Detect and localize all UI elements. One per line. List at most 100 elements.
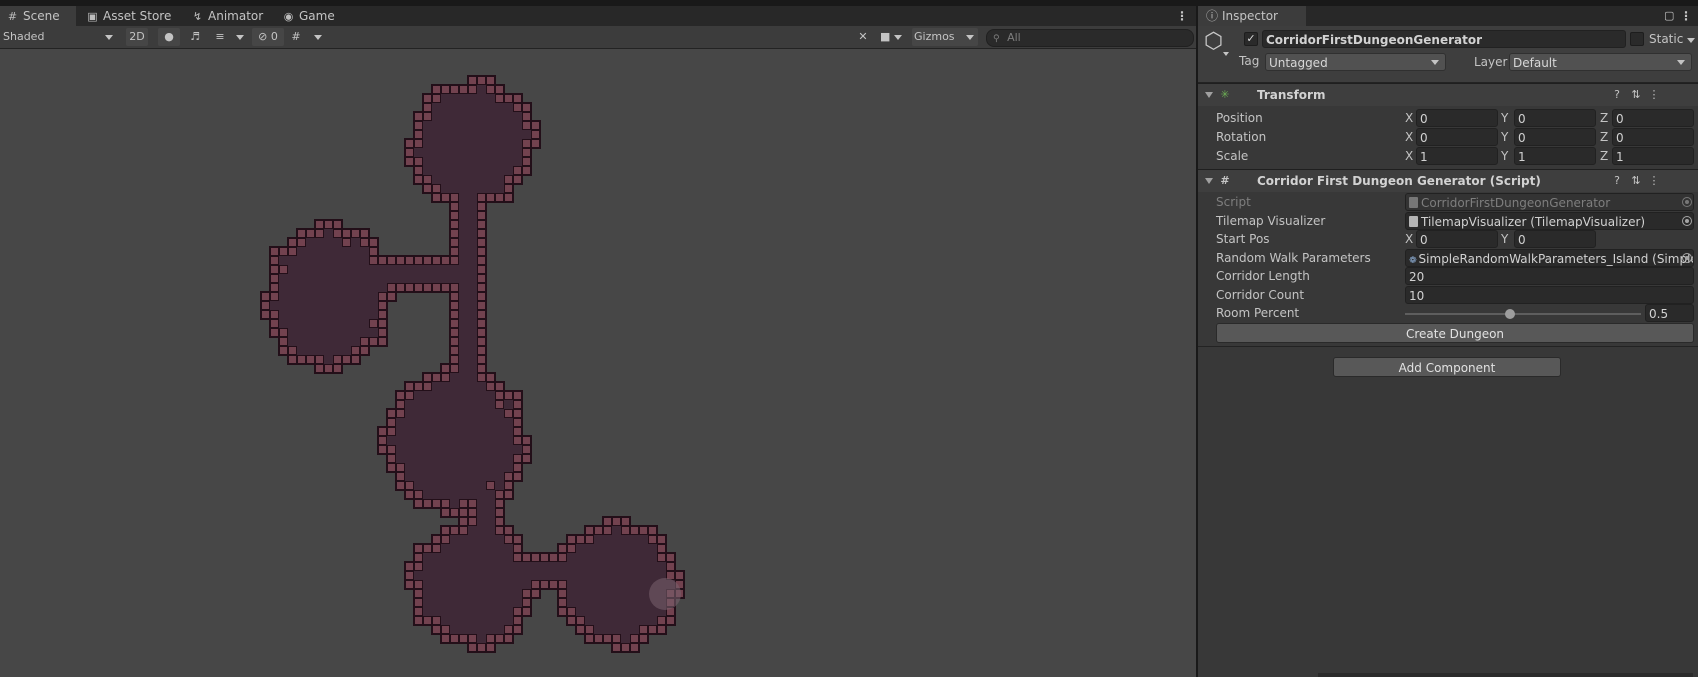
tab-scene[interactable]: # Scene — [0, 6, 76, 26]
object-name-field[interactable]: CorridorFirstDungeonGenerator — [1262, 30, 1626, 48]
dungeon-wall-tile — [604, 518, 611, 525]
wrench-icon: ✕ — [858, 30, 868, 43]
dungeon-floor-tile — [477, 103, 486, 112]
rotation-z-field[interactable]: 0 — [1612, 128, 1694, 146]
dungeon-floor-tile — [495, 463, 504, 472]
axis-z-label[interactable]: Z — [1600, 109, 1608, 127]
dungeon-wall-tile — [415, 563, 422, 570]
active-checkbox[interactable]: ✓ — [1244, 32, 1258, 46]
lighting-toggle-button[interactable]: ● — [158, 28, 180, 46]
rotation-x-field[interactable]: 0 — [1416, 128, 1498, 146]
tab-inspector[interactable]: ⓘ Inspector — [1198, 6, 1306, 26]
dungeon-floor-tile — [594, 607, 603, 616]
axis-y-label[interactable]: Y — [1501, 230, 1508, 248]
corridor-length-field[interactable]: 20 — [1405, 267, 1694, 285]
dungeon-wall-tile — [433, 95, 440, 102]
tilemap-visualizer-field[interactable]: TilemapVisualizer (TilemapVisualizer) — [1405, 212, 1694, 230]
inspector-scrollbar[interactable] — [1318, 673, 1693, 677]
axis-x-label[interactable]: X — [1405, 230, 1413, 248]
room-percent-slider[interactable] — [1405, 313, 1641, 315]
dungeon-wall-tile — [442, 365, 449, 372]
start-position-gizmo[interactable] — [649, 578, 681, 610]
scale-z-field[interactable]: 1 — [1612, 147, 1694, 165]
cube-icon[interactable]: ⬡ — [1204, 31, 1226, 53]
grid-snap-button[interactable]: # — [288, 28, 304, 46]
position-z-field[interactable]: 0 — [1612, 109, 1694, 127]
tab-animator[interactable]: ↯ Animator — [191, 6, 263, 26]
room-percent-slider-handle[interactable] — [1505, 309, 1515, 319]
dungeon-floor-tile — [306, 274, 315, 283]
dungeon-wall-tile — [298, 356, 305, 363]
lock-icon[interactable]: ▢ — [1664, 6, 1674, 26]
2d-toggle-button[interactable]: 2D — [126, 28, 148, 46]
add-component-button[interactable]: Add Component — [1333, 357, 1561, 377]
dungeon-floor-tile — [468, 427, 477, 436]
inspector-menu-icon[interactable]: ⋮ — [1680, 6, 1692, 26]
shading-mode-dropdown[interactable]: Shaded — [3, 28, 115, 46]
tab-game[interactable]: ◉ Game — [282, 6, 335, 26]
axis-y-label[interactable]: Y — [1501, 147, 1508, 165]
camera-icon: ■ — [880, 30, 891, 43]
room-percent-field[interactable]: 0.5 — [1645, 304, 1694, 322]
tag-dropdown[interactable]: Untagged — [1265, 53, 1446, 71]
start-pos-x-field[interactable]: 0 — [1416, 230, 1498, 248]
tab-asset-store[interactable]: ▣ Asset Store — [86, 6, 171, 26]
dungeon-floor-tile — [441, 427, 450, 436]
dungeon-floor-tile — [360, 310, 369, 319]
object-picker-icon[interactable] — [1682, 253, 1692, 263]
axis-z-label[interactable]: Z — [1600, 128, 1608, 146]
position-x-field[interactable]: 0 — [1416, 109, 1498, 127]
dungeon-floor-tile — [486, 535, 495, 544]
random-walk-field[interactable]: ❁ SimpleRandomWalkParameters_Island (Simp… — [1405, 249, 1694, 267]
transform-header[interactable]: ✳ Transform ? ⇅ ⋮ — [1198, 83, 1698, 106]
effects-dropdown[interactable] — [236, 28, 246, 46]
dungeon-wall-tile — [451, 284, 458, 291]
gizmos-dropdown[interactable]: Gizmos — [912, 28, 978, 46]
dungeon-floor-tile — [423, 472, 432, 481]
preset-icon[interactable]: ⇅ — [1629, 88, 1643, 102]
tools-button[interactable]: ✕ — [855, 28, 871, 46]
fold-triangle-icon[interactable] — [1205, 92, 1213, 98]
scene-menu-icon[interactable]: ⋮ — [1176, 6, 1188, 26]
chevron-down-icon[interactable] — [1223, 52, 1229, 56]
help-icon[interactable]: ? — [1610, 174, 1624, 188]
dungeon-floor-tile — [495, 103, 504, 112]
scene-viewport[interactable] — [0, 49, 1196, 677]
dungeon-floor-tile — [603, 553, 612, 562]
position-y-field[interactable]: 0 — [1514, 109, 1596, 127]
axis-y-label[interactable]: Y — [1501, 109, 1508, 127]
dungeon-wall-tile — [334, 356, 341, 363]
scale-x-field[interactable]: 1 — [1416, 147, 1498, 165]
preset-icon[interactable]: ⇅ — [1629, 174, 1643, 188]
dungeon-floor-tile — [297, 292, 306, 301]
layer-dropdown[interactable]: Default — [1509, 53, 1692, 71]
object-picker-icon[interactable] — [1682, 216, 1692, 226]
axis-x-label[interactable]: X — [1405, 109, 1413, 127]
hidden-objects-toggle[interactable]: ⊘ 0 — [252, 28, 284, 46]
static-label[interactable]: Static — [1649, 30, 1683, 48]
dungeon-floor-tile — [423, 121, 432, 130]
start-pos-y-field[interactable]: 0 — [1514, 230, 1596, 248]
axis-x-label[interactable]: X — [1405, 147, 1413, 165]
static-checkbox[interactable] — [1630, 32, 1644, 46]
grid-snap-dropdown[interactable] — [314, 28, 324, 46]
component-menu-icon[interactable]: ⋮ — [1647, 174, 1661, 188]
chevron-down-icon[interactable] — [1687, 38, 1695, 43]
scale-y-field[interactable]: 1 — [1514, 147, 1596, 165]
audio-toggle-button[interactable]: ♬ — [187, 28, 203, 46]
dungeon-wall-tile — [514, 167, 521, 174]
component-menu-icon[interactable]: ⋮ — [1647, 88, 1661, 102]
create-dungeon-button[interactable]: Create Dungeon — [1216, 323, 1694, 343]
corridor-count-field[interactable]: 10 — [1405, 286, 1694, 304]
help-icon[interactable]: ? — [1610, 88, 1624, 102]
axis-y-label[interactable]: Y — [1501, 128, 1508, 146]
rotation-y-field[interactable]: 0 — [1514, 128, 1596, 146]
effects-toggle-button[interactable]: ≡ — [212, 28, 228, 46]
camera-dropdown[interactable]: ■ — [880, 28, 908, 46]
fold-triangle-icon[interactable] — [1205, 178, 1213, 184]
script-component-header[interactable]: # Corridor First Dungeon Generator (Scri… — [1198, 169, 1698, 192]
dungeon-floor-tile — [513, 121, 522, 130]
axis-z-label[interactable]: Z — [1600, 147, 1608, 165]
axis-x-label[interactable]: X — [1405, 128, 1413, 146]
scene-search-input[interactable]: ⚲ All — [986, 29, 1194, 47]
